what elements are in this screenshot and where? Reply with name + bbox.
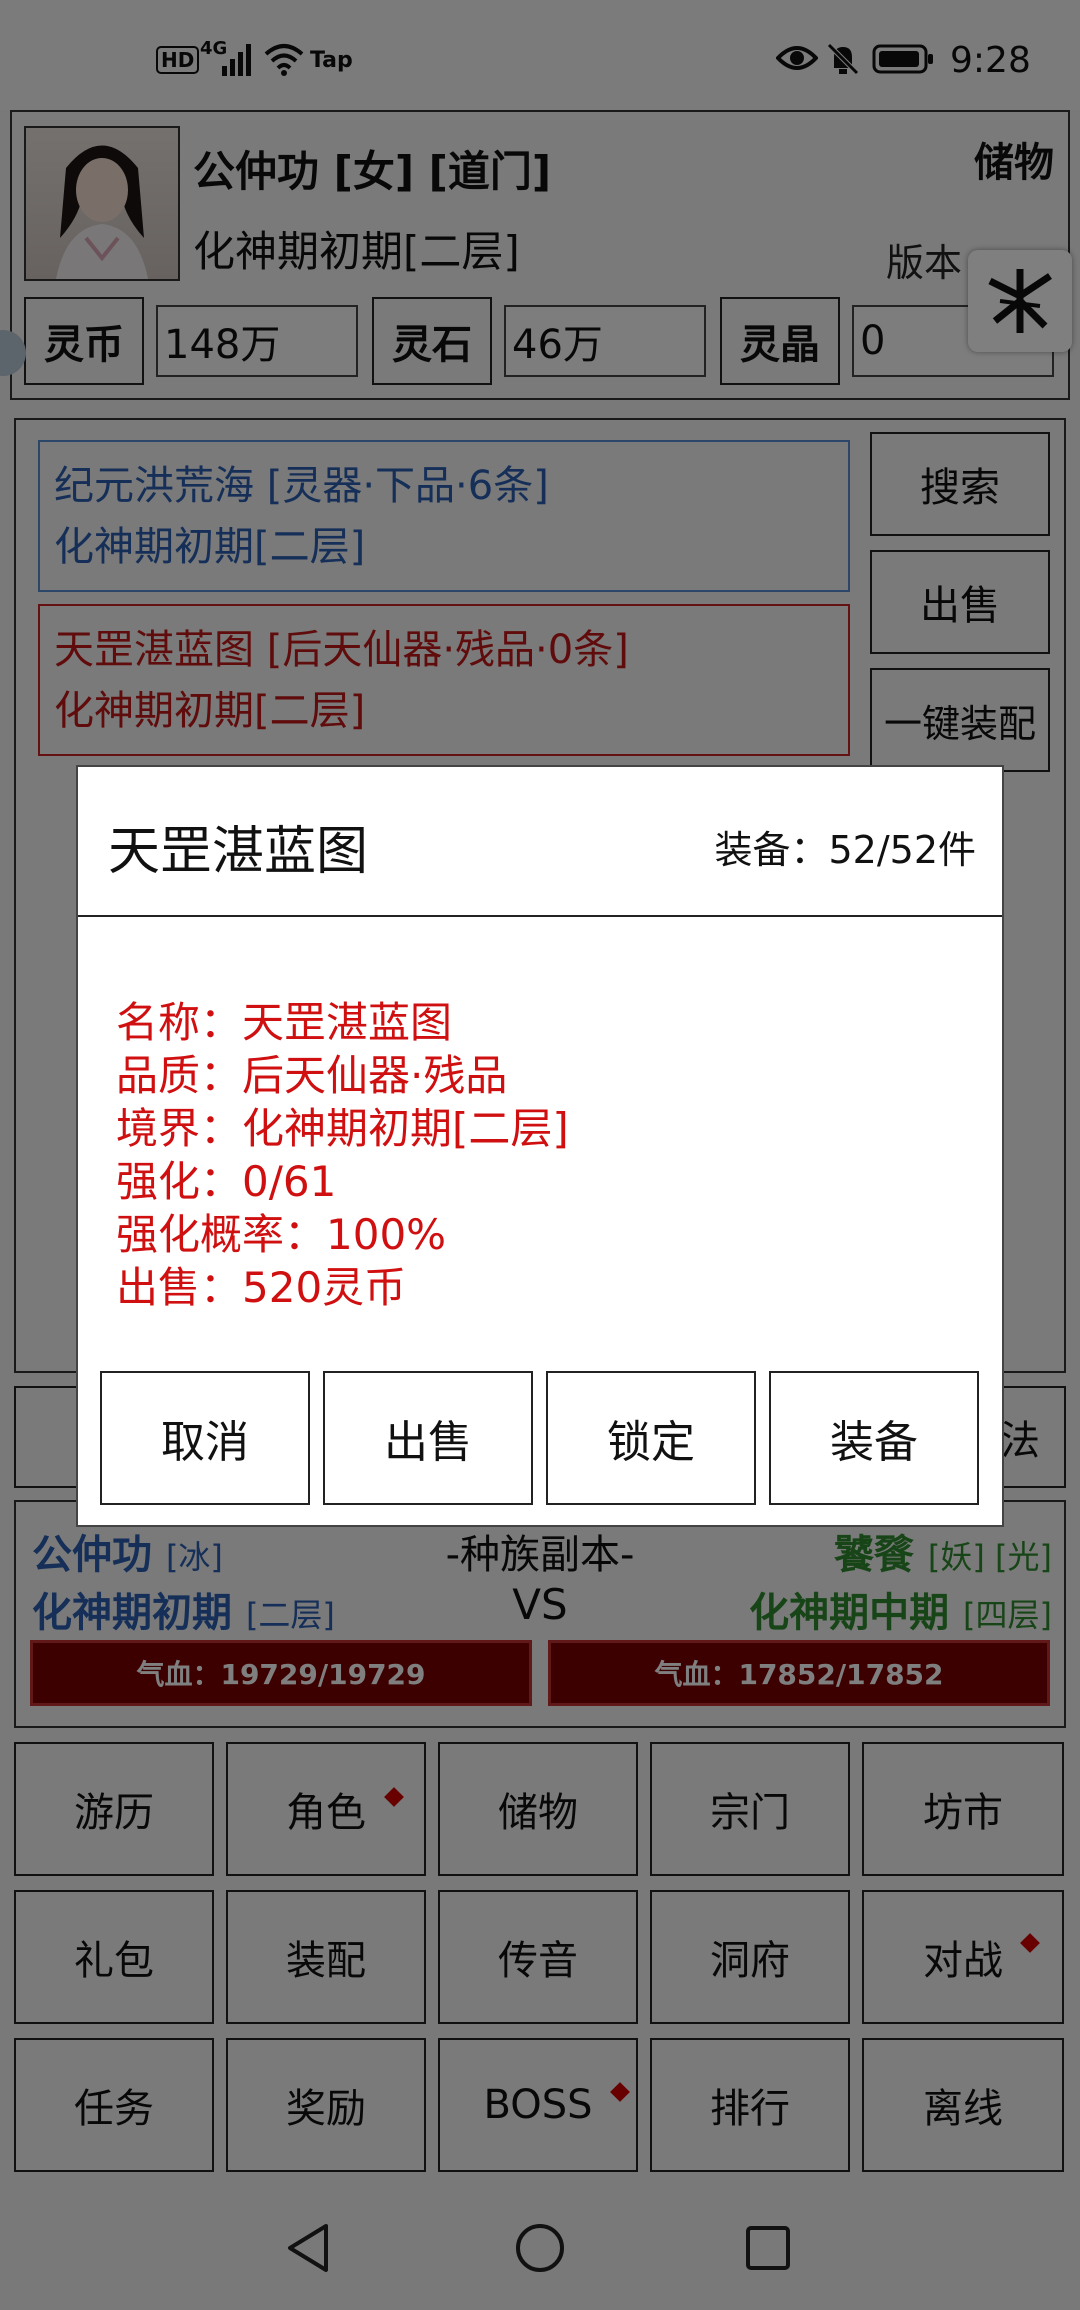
- enemy-tags: [妖] [光]: [927, 1538, 1052, 1576]
- floating-logo-button[interactable]: [968, 250, 1072, 352]
- menu-storage-button[interactable]: 储物: [438, 1742, 638, 1876]
- tap-indicator: Tap: [310, 48, 353, 73]
- tab-label-partial: 法: [1000, 1418, 1040, 1464]
- lock-button[interactable]: 锁定: [546, 1371, 756, 1505]
- enemy-realm-text: 化神期中期: [749, 1590, 950, 1636]
- inventory-item[interactable]: 纪元洪荒海 [灵器·下品·6条] 化神期初期[二层]: [38, 440, 850, 592]
- detail-realm: 境界：化神期初期[二层]: [116, 1104, 569, 1153]
- clock-time: 9:28: [950, 40, 1031, 81]
- item-name: 纪元洪荒海 [灵器·下品·6条]: [54, 463, 549, 509]
- currency-label-lingshi: 灵石: [372, 297, 492, 385]
- menu-travel-button[interactable]: 游历: [14, 1742, 214, 1876]
- cancel-button[interactable]: 取消: [100, 1371, 310, 1505]
- status-bar: HD 4G Tap 9:28: [0, 0, 1080, 110]
- character-realm: 化神期初期[二层]: [193, 227, 520, 276]
- player-hp-bar: 气血：19729/19729: [30, 1640, 532, 1706]
- equip-button[interactable]: 装备: [769, 1371, 979, 1505]
- menu-reward-button[interactable]: 奖励: [226, 2038, 426, 2172]
- currency-label-lingbi: 灵币: [24, 297, 144, 385]
- enemy-name: 饕餮 [妖] [光]: [834, 1522, 1052, 1580]
- dialog-sell-button[interactable]: 出售: [323, 1371, 533, 1505]
- back-icon[interactable]: [284, 2222, 332, 2274]
- menu-boss-button[interactable]: BOSS: [438, 2038, 638, 2172]
- signal-icon: [222, 44, 251, 76]
- menu-quest-button[interactable]: 任务: [14, 2038, 214, 2172]
- currency-value-lingbi: 148万: [156, 305, 358, 377]
- item-realm: 化神期初期[二层]: [54, 524, 366, 570]
- bell-off-icon: [827, 43, 859, 75]
- recents-icon[interactable]: [744, 2224, 792, 2272]
- eye-icon: [776, 46, 818, 70]
- enemy-layer-tag: [四层]: [963, 1596, 1052, 1634]
- character-name: 公仲功 [女] [道门]: [193, 147, 552, 196]
- menu-ranking-button[interactable]: 排行: [650, 2038, 850, 2172]
- detail-sell-price: 出售：520灵币: [116, 1263, 407, 1312]
- item-name: 天罡湛蓝图 [后天仙器·残品·0条]: [54, 627, 629, 673]
- menu-giftpack-button[interactable]: 礼包: [14, 1890, 214, 2024]
- avatar-portrait: [56, 145, 148, 279]
- menu-pvp-button[interactable]: 对战: [862, 1890, 1064, 2024]
- menu-market-button[interactable]: 坊市: [862, 1742, 1064, 1876]
- currency-value-lingshi: 46万: [504, 305, 706, 377]
- dialog-title: 天罡湛蓝图: [108, 822, 369, 882]
- battery-icon: [872, 44, 933, 74]
- version-label: 版本: [886, 241, 963, 285]
- currency-label-lingjing: 灵晶: [720, 297, 840, 385]
- wifi-icon: [264, 44, 304, 76]
- enemy-name-text: 饕餮: [833, 1532, 914, 1578]
- item-realm: 化神期初期[二层]: [54, 688, 366, 734]
- auto-equip-button[interactable]: 一键装配: [870, 668, 1050, 772]
- inventory-item[interactable]: 天罡湛蓝图 [后天仙器·残品·0条] 化神期初期[二层]: [38, 604, 850, 756]
- app-logo-icon: [988, 269, 1052, 333]
- detail-enhance: 强化：0/61: [116, 1157, 337, 1206]
- home-icon[interactable]: [514, 2222, 566, 2274]
- menu-message-button[interactable]: 传音: [438, 1890, 638, 2024]
- menu-cave-button[interactable]: 洞府: [650, 1890, 850, 2024]
- enemy-realm: 化神期中期 [四层]: [749, 1580, 1052, 1638]
- dialog-divider: [78, 915, 1002, 917]
- detail-name: 名称：天罡湛蓝图: [116, 998, 453, 1047]
- detail-quality: 品质：后天仙器·残品: [116, 1051, 508, 1100]
- hd-indicator: HD: [156, 46, 200, 74]
- menu-sect-button[interactable]: 宗门: [650, 1742, 850, 1876]
- system-nav-bar: [0, 2178, 1080, 2310]
- sell-button[interactable]: 出售: [870, 550, 1050, 654]
- detail-enhance-rate: 强化概率：100%: [116, 1210, 447, 1259]
- enemy-hp-bar: 气血：17852/17852: [548, 1640, 1050, 1706]
- menu-equip-button[interactable]: 装配: [226, 1890, 426, 2024]
- menu-offline-button[interactable]: 离线: [862, 2038, 1064, 2172]
- menu-character-button[interactable]: 角色: [226, 1742, 426, 1876]
- search-button[interactable]: 搜索: [870, 432, 1050, 536]
- page-title: 储物: [974, 140, 1054, 186]
- character-avatar[interactable]: [24, 126, 180, 281]
- item-detail-dialog: 天罡湛蓝图 装备：52/52件 名称：天罡湛蓝图 品质：后天仙器·残品 境界：化…: [76, 765, 1004, 1527]
- equip-count: 装备：52/52件: [714, 828, 976, 872]
